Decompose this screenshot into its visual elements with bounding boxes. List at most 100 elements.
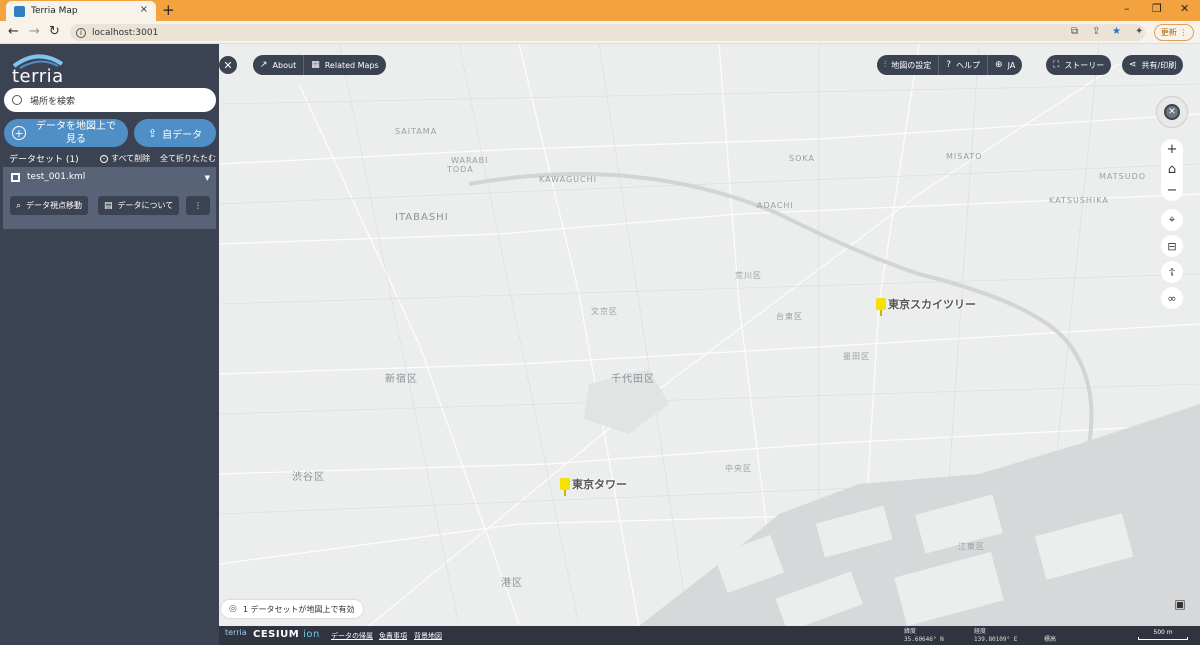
latitude-value: 35.60646° N: [904, 636, 944, 643]
bookmark-star-icon[interactable]: ★: [1112, 26, 1121, 37]
feedback-icon: ▣: [1174, 597, 1186, 611]
menu-bar-right: ⫶ 地図の設定 ? ヘルプ ⊕ JA: [877, 55, 1023, 75]
attribution-link[interactable]: データの帰属: [331, 631, 373, 641]
workbench-status-pill[interactable]: ◎ 1 データセットが地図上で有効: [221, 600, 363, 618]
explore-map-data-button[interactable]: + データを地図上で見る: [4, 119, 128, 147]
story-button-inner: ⛶ ストーリー: [1046, 55, 1111, 75]
ion-text: ion: [303, 629, 320, 640]
forward-arrow-icon[interactable]: →: [29, 24, 40, 39]
map-label-chiyoda: 千代田区: [611, 374, 655, 385]
reload-icon[interactable]: ↻: [49, 24, 60, 39]
my-location-button[interactable]: ⌖: [1161, 209, 1183, 231]
explore-label: データを地図上で見る: [36, 121, 116, 145]
help-label: ヘルプ: [956, 60, 981, 70]
story-button[interactable]: ⛶ ストーリー: [1046, 55, 1112, 75]
translate-icon[interactable]: ⧉: [1071, 26, 1078, 37]
map-settings-button[interactable]: ⫶ 地図の設定: [877, 55, 940, 75]
measure-icon: ∞: [1167, 291, 1177, 305]
map-pin-icon: [876, 298, 886, 316]
workbench-item-name: test_001.kml: [27, 172, 86, 182]
map-label-bunkyo: 文京区: [591, 307, 618, 316]
globe-icon: ⊕: [995, 60, 1003, 70]
poi-tokyo-tower[interactable]: 東京タワー: [560, 476, 627, 496]
browser-tab[interactable]: Terria Map ×: [6, 1, 156, 21]
upload-label: 自データ: [162, 129, 203, 141]
remove-all-button[interactable]: - すべて削除: [100, 153, 150, 164]
map-label-minato: 港区: [501, 578, 523, 589]
back-arrow-icon[interactable]: ←: [8, 24, 19, 39]
map-label-koto: 江東区: [958, 542, 985, 551]
share-button[interactable]: ⋖ 共有/印刷: [1122, 55, 1184, 75]
maximize-window-button[interactable]: ❐: [1152, 2, 1162, 15]
map-label-toda: TODA: [447, 165, 474, 174]
more-vertical-icon: ⋮: [194, 201, 202, 210]
location-search-input[interactable]: 場所を検索: [4, 88, 216, 112]
home-icon[interactable]: ⌂: [1168, 162, 1176, 177]
map-label-shibuya: 渋谷区: [292, 472, 325, 483]
disclaimer-link[interactable]: 免責事項: [379, 631, 407, 641]
longitude-label: 経度: [974, 628, 987, 635]
map-background: [219, 44, 1200, 626]
caret-down-icon[interactable]: ▼: [205, 174, 210, 182]
language-button[interactable]: ⊕ JA: [988, 55, 1022, 75]
poi-label: 東京スカイツリー: [888, 298, 976, 311]
share-button-inner: ⋖ 共有/印刷: [1122, 55, 1183, 75]
share-page-icon[interactable]: ⇪: [1092, 26, 1100, 37]
search-placeholder: 場所を検索: [30, 96, 76, 107]
measure-tool-button[interactable]: ∞: [1161, 287, 1183, 309]
update-button[interactable]: 更新 ⋮: [1154, 24, 1194, 41]
close-tab-icon[interactable]: ×: [140, 4, 148, 15]
map-pin-icon: [560, 478, 570, 496]
compass-icon: ✕: [1164, 104, 1180, 120]
upload-data-button[interactable]: ⇪ 自データ: [134, 119, 216, 147]
visibility-checkbox[interactable]: [11, 173, 20, 182]
minimize-window-button[interactable]: –: [1124, 2, 1130, 15]
close-window-button[interactable]: ✕: [1180, 2, 1189, 15]
story-icon: ⛶: [1053, 60, 1060, 70]
site-info-icon[interactable]: i: [76, 27, 86, 38]
cesium-ion-logo[interactable]: CESIUM ion: [253, 629, 320, 640]
remove-circle-icon: -: [100, 154, 108, 163]
story-label: ストーリー: [1064, 60, 1105, 70]
map-label-taito: 台東区: [776, 312, 803, 321]
upload-icon: ⇪: [147, 126, 158, 140]
person-icon: ☦: [1168, 265, 1176, 279]
browser-tab-bar: Terria Map × + – ❐ ✕: [0, 0, 1200, 21]
zoom-in-button[interactable]: +: [1167, 142, 1178, 157]
poi-tokyo-skytree[interactable]: 東京スカイツリー: [876, 296, 976, 316]
extensions-icon[interactable]: ✦: [1135, 26, 1143, 37]
poi-label: 東京タワー: [572, 478, 627, 491]
help-button[interactable]: ? ヘルプ: [939, 55, 989, 75]
terria-footer-logo[interactable]: terria: [225, 628, 247, 637]
compass-control[interactable]: ✕: [1156, 96, 1188, 128]
url-field[interactable]: i localhost:3001: [70, 24, 1145, 41]
search-icon: [12, 95, 22, 105]
workbench-sidebar: terria 場所を検索 + データを地図上で見る ⇪ 自データ データセット …: [0, 44, 219, 645]
map-label-sumida: 墨田区: [843, 352, 870, 361]
datasets-header: データセット (1): [9, 155, 79, 165]
zoom-out-button[interactable]: −: [1167, 183, 1178, 198]
workbench-status-label: 1 データセットが地図上で有効: [242, 604, 355, 614]
map-canvas[interactable]: SAITAMA SOKA MISATO WARABI TODA KAWAGUCH…: [219, 44, 1200, 626]
map-label-saitama: SAITAMA: [395, 127, 438, 136]
zoom-controls: + ⌂ −: [1161, 139, 1183, 201]
about-button[interactable]: ↗ About: [253, 55, 305, 75]
zoom-to-data-label: データ視点移動: [26, 201, 83, 210]
menu-bar-left: ↗ About ▦ Related Maps: [253, 55, 386, 75]
cesium-text: CESIUM: [253, 629, 300, 640]
share-icon: ⋖: [1129, 60, 1137, 70]
logo-text: terria: [12, 66, 64, 87]
about-data-label: データについて: [117, 201, 174, 210]
feedback-button[interactable]: ▣: [1169, 593, 1191, 615]
related-maps-button[interactable]: ▦ Related Maps: [304, 55, 386, 75]
basemap-link[interactable]: 背景地図: [414, 631, 442, 641]
collapse-all-button[interactable]: 全て折りたたむ: [160, 153, 216, 164]
more-options-button[interactable]: ⋮: [186, 196, 210, 215]
about-data-button[interactable]: ▤ データについて: [98, 196, 180, 215]
split-screen-button[interactable]: ⊟: [1161, 235, 1183, 257]
close-panel-button[interactable]: ✕: [219, 56, 237, 74]
pedestrian-mode-button[interactable]: ☦: [1161, 261, 1183, 283]
zoom-to-data-button[interactable]: ⌕ データ視点移動: [10, 196, 89, 215]
new-tab-button[interactable]: +: [162, 1, 175, 19]
map-label-soka: SOKA: [789, 154, 815, 163]
